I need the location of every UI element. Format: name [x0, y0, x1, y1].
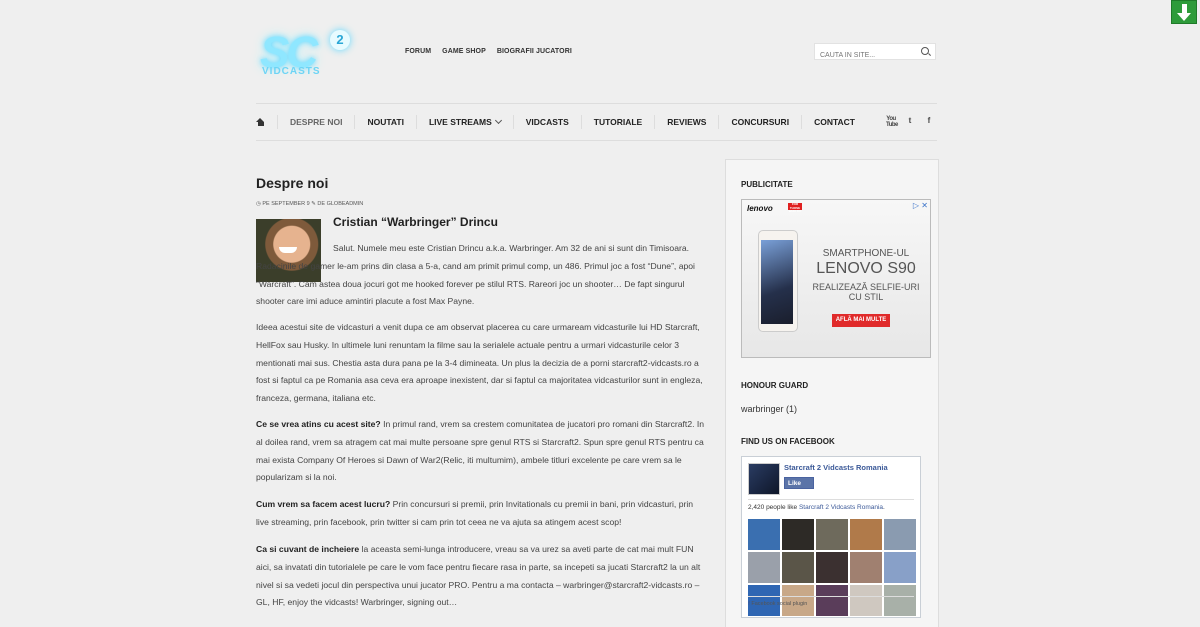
chevron-down-icon: [494, 116, 502, 124]
paragraph-2: Ideea acestui site de vidcasturi a venit…: [256, 322, 703, 404]
facebook-icon: f: [748, 601, 750, 607]
honour-guard-heading: HONOUR GUARD: [741, 381, 809, 390]
facebook-icon[interactable]: f: [924, 116, 934, 128]
search-box: [814, 43, 936, 63]
post: Despre noi ◷ PE SEPTEMBER 9 ✎ DE GLOBEAD…: [256, 175, 708, 607]
page: SC 2 VIDCASTS FORUM GAME SHOP BIOGRAFII …: [0, 0, 1200, 627]
facebook-page-name[interactable]: Starcraft 2 Vidcasts Romania: [784, 463, 888, 472]
site-logo[interactable]: SC 2 VIDCASTS: [258, 28, 354, 80]
ad-brand: lenovo: [747, 204, 773, 213]
nav-live-streams[interactable]: LIVE STREAMS: [415, 115, 513, 129]
sidebar: PUBLICITATE lenovo FOR THOSE WHO DO ▷ ✕ …: [725, 159, 939, 627]
nav-concursuri[interactable]: CONCURSURI: [718, 115, 801, 129]
paragraph-1: Salut. Numele meu este Cristian Drincu a…: [256, 243, 695, 307]
social-links: You Tube t f: [886, 116, 934, 128]
facebook-fan-avatar[interactable]: [850, 519, 882, 550]
paragraph-5: Ca si cuvant de incheiere la aceasta sem…: [256, 541, 708, 612]
download-arrow-icon[interactable]: [1171, 0, 1197, 24]
paragraph-4: Cum vrem sa facem acest lucru? Prin conc…: [256, 496, 708, 532]
facebook-fan-avatar[interactable]: [782, 519, 814, 550]
facebook-fan-avatar[interactable]: [884, 552, 916, 583]
facebook-heading: FIND US ON FACEBOOK: [741, 437, 835, 446]
logo-superscript: 2: [330, 30, 350, 50]
search-input[interactable]: [815, 48, 916, 63]
logo-subtext: VIDCASTS: [262, 66, 321, 77]
meta-prefix: PE: [262, 201, 270, 207]
meta-by: DE: [317, 201, 326, 207]
main-nav: DESPRE NOI NOUTATI LIVE STREAMS VIDCASTS…: [256, 103, 937, 141]
top-nav-game-shop[interactable]: GAME SHOP: [442, 48, 486, 55]
ad-line-2: LENOVO S90: [816, 260, 916, 277]
nav-vidcasts[interactable]: VIDCASTS: [512, 115, 581, 129]
nav-live-streams-label: LIVE STREAMS: [428, 117, 492, 127]
facebook-plugin-label: f Facebook social plugin: [748, 596, 914, 607]
ad-line-3: REALIZEAZĂ SELFIE-URI CU STIL: [812, 282, 920, 302]
publicitate-heading: PUBLICITATE: [741, 180, 793, 189]
facebook-fan-avatar[interactable]: [816, 552, 848, 583]
plugin-text: Facebook social plugin: [751, 601, 808, 607]
facebook-fan-avatar[interactable]: [748, 519, 780, 550]
ad-line-1: SMARTPHONE-UL: [822, 248, 910, 259]
ad-choices-icon[interactable]: ▷ ✕: [913, 201, 928, 210]
top-nav-biografii[interactable]: BIOGRAFII JUCATORI: [497, 48, 572, 55]
facebook-fan-avatar[interactable]: [748, 552, 780, 583]
nav-despre-noi[interactable]: DESPRE NOI: [277, 115, 354, 129]
meta-date: SEPTEMBER 9: [271, 201, 310, 207]
nav-reviews[interactable]: REVIEWS: [654, 115, 718, 129]
nav-tutoriale[interactable]: TUTORIALE: [580, 115, 654, 129]
home-icon: [256, 117, 265, 127]
nav-home[interactable]: [256, 115, 277, 129]
top-nav-forum[interactable]: FORUM: [405, 48, 431, 55]
phone-screen: [761, 240, 793, 324]
nav-noutati[interactable]: NOUTATI: [354, 115, 416, 129]
facebook-fan-avatar[interactable]: [850, 552, 882, 583]
youtube-icon[interactable]: You Tube: [886, 116, 898, 128]
honour-guard-item[interactable]: warbringer (1): [741, 404, 797, 414]
divider: [748, 499, 914, 500]
top-nav: FORUM GAME SHOP BIOGRAFII JUCATORI: [405, 48, 572, 55]
page-title: Despre noi: [256, 175, 329, 191]
clock-icon: ◷: [256, 201, 261, 207]
paragraph-3-lead: Ce se vrea atins cu acest site?: [256, 419, 381, 429]
facebook-like-count: 2,420 people like Starcraft 2 Vidcasts R…: [748, 504, 885, 511]
facebook-page-thumbnail[interactable]: [748, 463, 780, 495]
facebook-fan-avatar[interactable]: [884, 519, 916, 550]
ad-banner[interactable]: lenovo FOR THOSE WHO DO ▷ ✕ SMARTPHONE-U…: [741, 199, 931, 358]
like-count-link[interactable]: Starcraft 2 Vidcasts Romania: [799, 504, 883, 511]
paragraph-3: Ce se vrea atins cu acest site? In primu…: [256, 416, 708, 487]
post-subtitle: Cristian “Warbringer” Drincu: [333, 215, 498, 229]
facebook-like-button[interactable]: Like: [784, 477, 814, 489]
facebook-fan-avatar[interactable]: [816, 519, 848, 550]
ad-tag: FOR THOSE WHO DO: [788, 202, 802, 213]
twitter-icon[interactable]: t: [905, 116, 915, 128]
search-icon[interactable]: [921, 47, 929, 55]
meta-author[interactable]: GLOBEADMIN: [327, 201, 364, 207]
post-meta: ◷ PE SEPTEMBER 9 ✎ DE GLOBEADMIN: [256, 201, 708, 207]
nav-contact[interactable]: CONTACT: [801, 115, 867, 129]
edit-icon: ✎: [311, 201, 316, 207]
paragraph-4-lead: Cum vrem sa facem acest lucru?: [256, 499, 391, 509]
facebook-fan-avatar[interactable]: [782, 552, 814, 583]
paragraph-5-lead: Ca si cuvant de incheiere: [256, 544, 360, 554]
facebook-widget: Starcraft 2 Vidcasts Romania Like 2,420 …: [741, 456, 921, 618]
like-count-text: 2,420 people like: [748, 504, 798, 511]
ad-cta-button[interactable]: AFLĂ MAI MULTE: [832, 314, 890, 327]
